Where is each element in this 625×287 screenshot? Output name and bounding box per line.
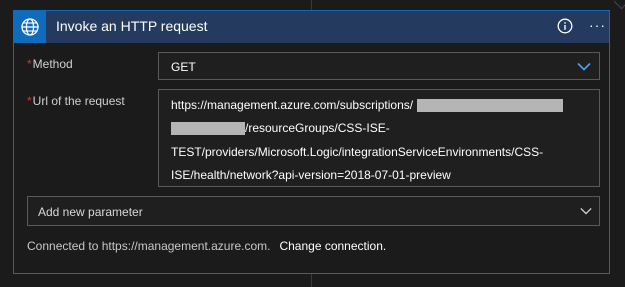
more-options-icon[interactable]: ··· <box>589 17 606 33</box>
card-title: Invoke an HTTP request <box>56 18 208 34</box>
add-parameter-dropdown[interactable]: Add new parameter <box>27 196 600 226</box>
connection-info: Connected to https://management.azure.co… <box>27 239 386 253</box>
connected-to-text: Connected to https://management.azure.co… <box>27 239 271 253</box>
info-icon[interactable] <box>557 18 573 34</box>
url-line-2: /resourceGroups/CSS-ISE- <box>245 121 390 135</box>
method-value: GET <box>171 60 196 74</box>
chevron-down-icon <box>580 207 592 215</box>
chevron-down-icon <box>577 62 591 71</box>
connector-arrow-icon <box>613 0 625 10</box>
action-card: Invoke an HTTP request ··· *Method GET *… <box>13 10 610 274</box>
url-line-4: ISE/health/network?api-version=2018-07-0… <box>171 168 451 182</box>
url-label: *Url of the request <box>27 94 125 108</box>
url-line-3: TEST/providers/Microsoft.Logic/integrati… <box>171 145 544 159</box>
method-label: *Method <box>27 57 73 71</box>
flow-connector-bottom <box>311 274 312 287</box>
globe-icon <box>14 11 46 43</box>
url-field[interactable]: https://management.azure.com/subscriptio… <box>158 89 600 187</box>
change-connection-link[interactable]: Change connection. <box>279 239 386 253</box>
redacted-subscription-id-cont <box>171 122 245 135</box>
url-line-1: https://management.azure.com/subscriptio… <box>171 98 414 112</box>
method-dropdown[interactable]: GET <box>158 52 600 80</box>
redacted-subscription-id <box>417 99 563 112</box>
card-header[interactable]: Invoke an HTTP request ··· <box>14 11 609 43</box>
add-parameter-label: Add new parameter <box>38 205 143 219</box>
